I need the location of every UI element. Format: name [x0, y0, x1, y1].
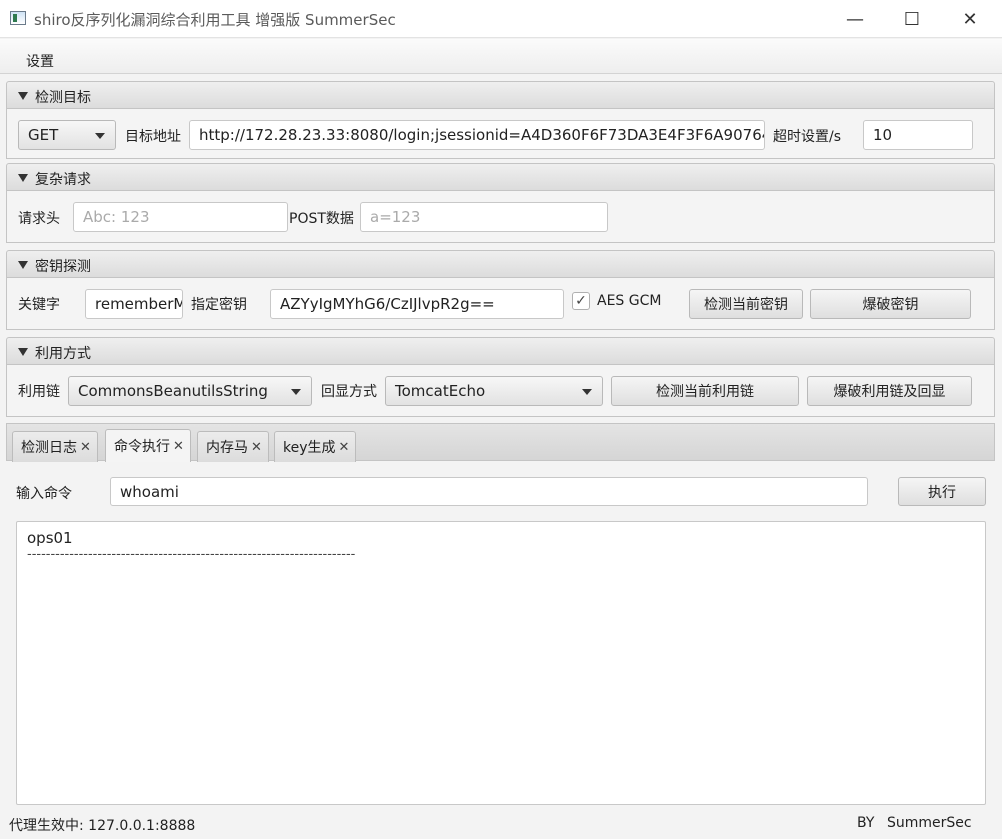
- chain-select[interactable]: CommonsBeanutilsString: [68, 376, 312, 406]
- close-icon[interactable]: ✕: [173, 439, 184, 454]
- collapse-triangle-icon: [18, 92, 28, 100]
- echo-select-value: TomcatEcho: [395, 382, 486, 400]
- brute-key-button[interactable]: 爆破密钥: [810, 289, 971, 319]
- collapse-triangle-icon: [18, 261, 28, 269]
- section-key-title: 密钥探测: [35, 259, 91, 275]
- proxy-status: 代理生效中: 127.0.0.1:8888: [9, 818, 196, 834]
- timeout-input[interactable]: 10: [863, 120, 973, 150]
- output-line: ops01: [27, 529, 73, 547]
- check-chain-button[interactable]: 检测当前利用链: [611, 376, 799, 406]
- tab-key-gen[interactable]: key生成 ✕: [274, 431, 357, 462]
- close-icon[interactable]: ✕: [339, 440, 350, 455]
- close-icon[interactable]: ✕: [941, 0, 999, 38]
- execute-button[interactable]: 执行: [898, 477, 986, 506]
- tab-detect-log[interactable]: 检测日志 ✕: [12, 431, 98, 462]
- close-icon[interactable]: ✕: [80, 440, 91, 455]
- tab-command-exec[interactable]: 命令执行 ✕: [105, 429, 191, 462]
- brute-chain-button[interactable]: 爆破利用链及回显: [807, 376, 972, 406]
- chain-label: 利用链: [18, 384, 60, 400]
- command-output[interactable]: ops01 ----------------------------------…: [16, 521, 986, 805]
- section-complex-header[interactable]: 复杂请求: [6, 163, 995, 191]
- section-key-header[interactable]: 密钥探测: [6, 250, 995, 278]
- tab-memshell[interactable]: 内存马 ✕: [197, 431, 269, 462]
- minimize-icon[interactable]: —: [826, 0, 884, 38]
- command-label: 输入命令: [16, 486, 72, 502]
- chevron-down-icon: [582, 389, 592, 395]
- menu-bar: [0, 39, 1002, 74]
- method-select-value: GET: [28, 126, 59, 144]
- command-input[interactable]: whoami: [110, 477, 868, 506]
- key-label: 指定密钥: [191, 297, 247, 313]
- tab-label: 命令执行: [114, 439, 170, 455]
- aes-gcm-label: AES GCM: [597, 293, 662, 309]
- post-input[interactable]: a=123: [360, 202, 608, 232]
- echo-select[interactable]: TomcatEcho: [385, 376, 603, 406]
- section-exploit-header[interactable]: 利用方式: [6, 337, 995, 365]
- output-line: ----------------------------------------…: [27, 547, 356, 562]
- chain-select-value: CommonsBeanutilsString: [78, 382, 268, 400]
- method-select[interactable]: GET: [18, 120, 116, 150]
- menu-settings[interactable]: 设置: [26, 51, 54, 71]
- tab-label: 内存马: [206, 440, 248, 456]
- post-placeholder: a=123: [370, 208, 421, 226]
- url-label: 目标地址: [125, 129, 181, 145]
- app-icon: [10, 11, 26, 25]
- headers-placeholder: Abc: 123: [83, 208, 150, 226]
- chevron-down-icon: [95, 133, 105, 139]
- window-title: shiro反序列化漏洞综合利用工具 增强版 SummerSec: [34, 11, 396, 29]
- collapse-triangle-icon: [18, 348, 28, 356]
- keyword-label: 关键字: [18, 297, 60, 313]
- collapse-triangle-icon: [18, 174, 28, 182]
- section-exploit-title: 利用方式: [35, 346, 91, 362]
- chevron-down-icon: [291, 389, 301, 395]
- section-target-header[interactable]: 检测目标: [6, 81, 995, 109]
- timeout-label: 超时设置/s: [773, 129, 842, 145]
- url-input[interactable]: http://172.28.23.33:8080/login;jsessioni…: [189, 120, 765, 150]
- author-label: SummerSec: [887, 815, 972, 831]
- by-label: BY: [857, 815, 875, 831]
- tab-label: 检测日志: [21, 440, 77, 456]
- echo-label: 回显方式: [321, 384, 377, 400]
- keyword-input[interactable]: rememberMe: [85, 289, 183, 319]
- check-key-button[interactable]: 检测当前密钥: [689, 289, 803, 319]
- headers-label: 请求头: [18, 211, 60, 227]
- maximize-icon[interactable]: ☐: [883, 0, 941, 38]
- post-label: POST数据: [289, 211, 354, 227]
- section-complex-title: 复杂请求: [35, 172, 91, 188]
- headers-input[interactable]: Abc: 123: [73, 202, 288, 232]
- key-input[interactable]: AZYyIgMYhG6/CzIJlvpR2g==: [270, 289, 564, 319]
- aes-gcm-checkbox[interactable]: ✓: [572, 292, 590, 310]
- section-target-title: 检测目标: [35, 90, 91, 106]
- close-icon[interactable]: ✕: [251, 440, 262, 455]
- check-icon: ✓: [575, 293, 587, 309]
- tab-label: key生成: [283, 440, 336, 456]
